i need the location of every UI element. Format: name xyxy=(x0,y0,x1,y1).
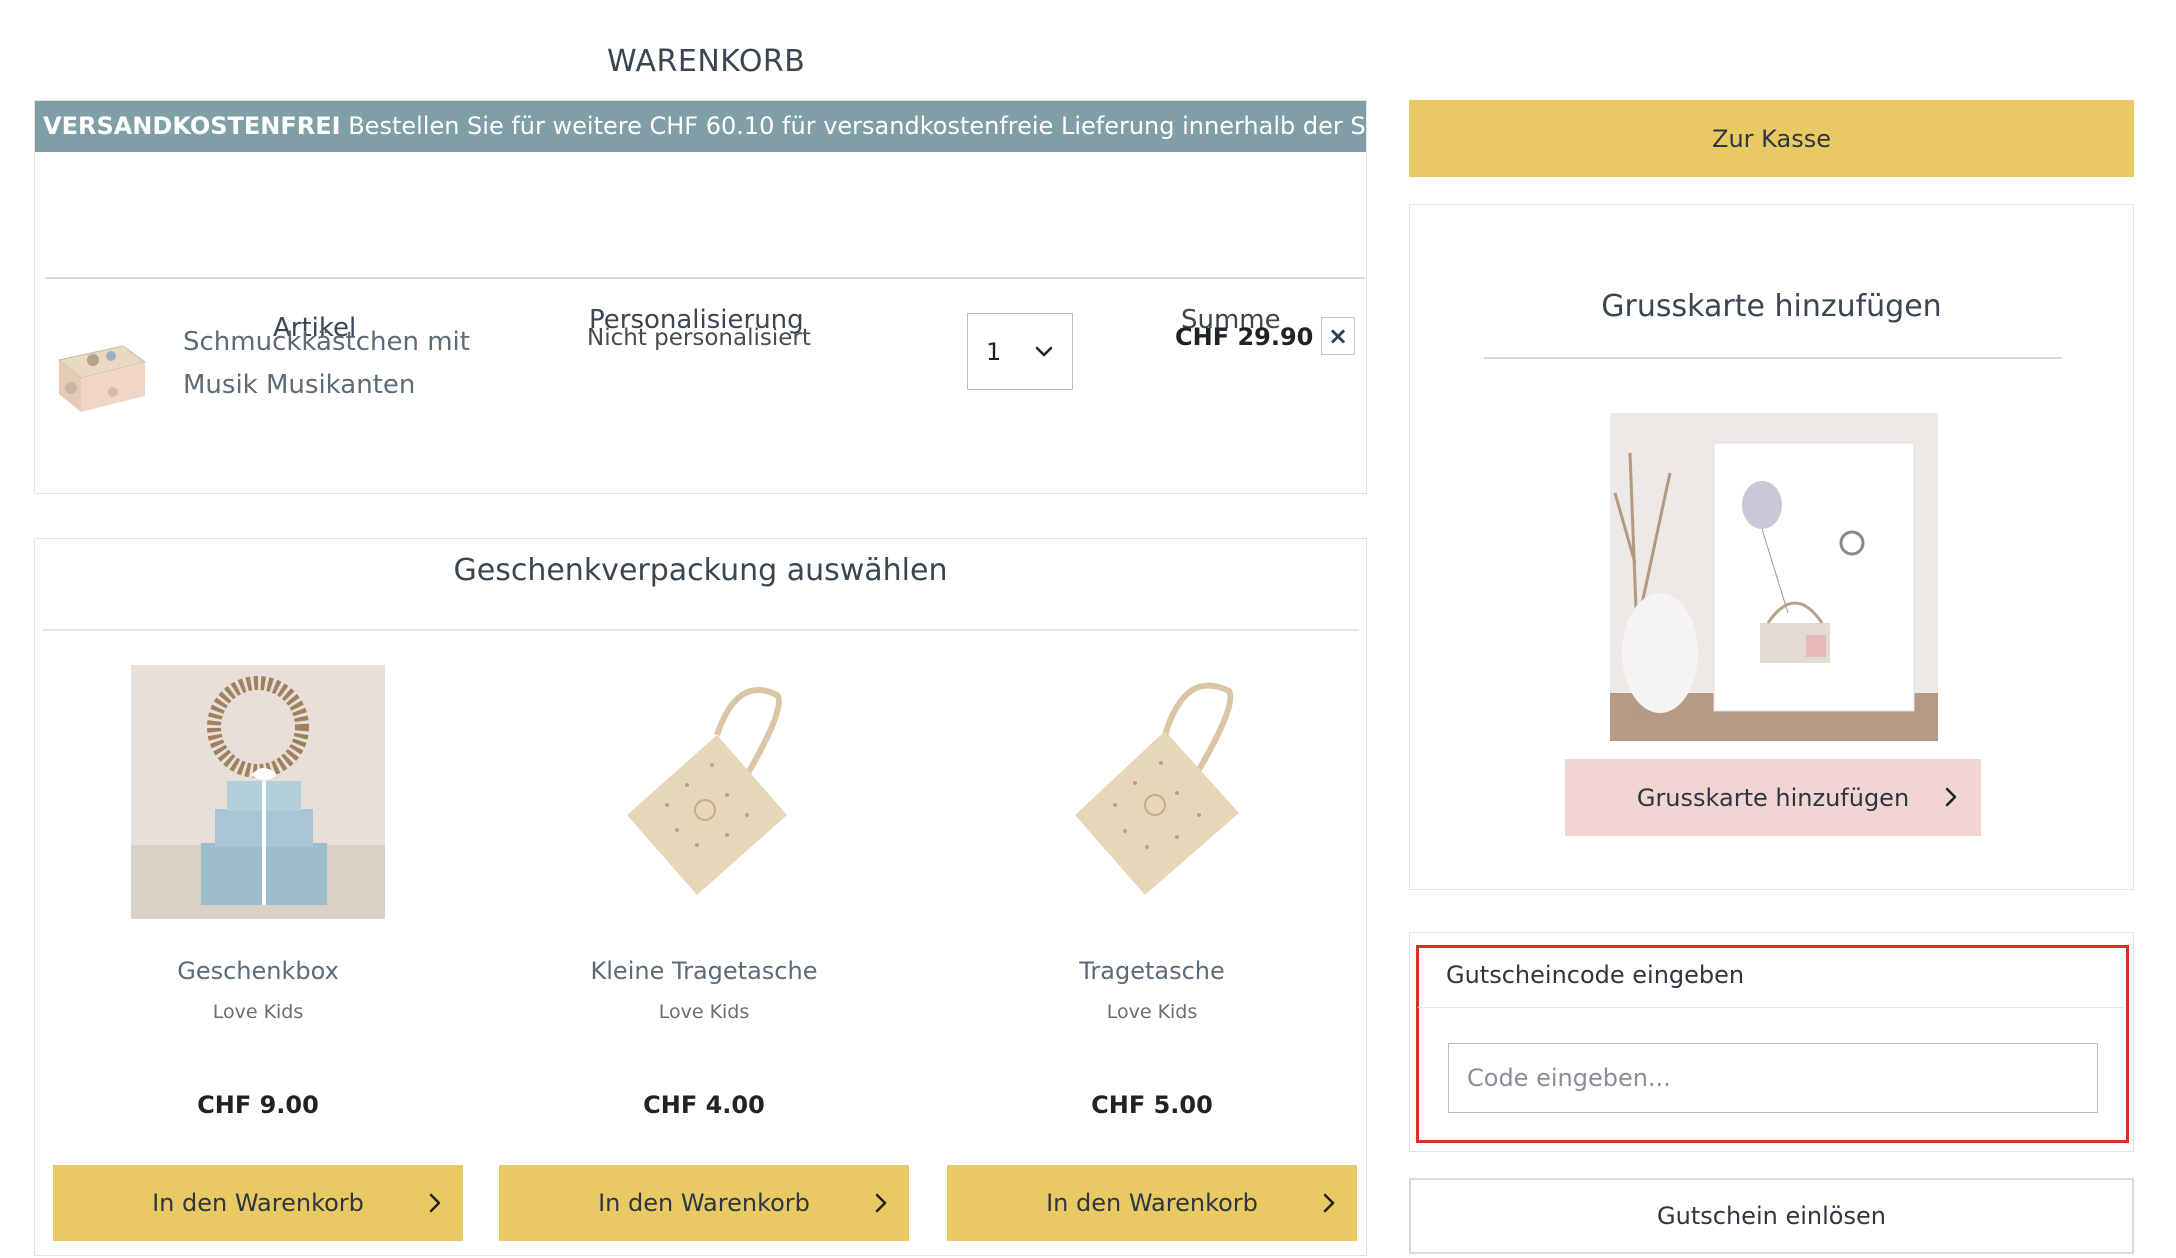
add-to-cart-button[interactable]: In den Warenkorb xyxy=(53,1165,463,1241)
gift-box-image[interactable] xyxy=(131,665,385,919)
add-greeting-card-label: Grusskarte hinzufügen xyxy=(1636,783,1910,812)
gift-option-price: CHF 5.00 xyxy=(1091,1091,1213,1119)
gift-option-card: Tragetasche Love Kids CHF 5.00 In den Wa… xyxy=(947,665,1357,1245)
add-to-cart-label: In den Warenkorb xyxy=(598,1189,810,1217)
greeting-card-title: Grusskarte hinzufügen xyxy=(1601,289,1942,324)
gift-wrap-title: Geschenkverpackung auswählen xyxy=(453,553,948,588)
add-to-cart-button[interactable]: In den Warenkorb xyxy=(947,1165,1357,1241)
remove-item-button[interactable]: × xyxy=(1321,317,1355,355)
product-thumbnail[interactable] xyxy=(53,336,149,416)
gift-option-card: Geschenkbox Love Kids CHF 9.00 In den Wa… xyxy=(53,665,463,1245)
chevron-right-icon xyxy=(1945,787,1957,807)
gift-option-brand: Love Kids xyxy=(1106,1001,1198,1023)
voucher-panel: Gutscheincode eingeben xyxy=(1409,932,2134,1152)
chevron-right-icon xyxy=(1323,1193,1335,1213)
voucher-label: Gutscheincode eingeben xyxy=(1446,961,1745,989)
close-icon: × xyxy=(1327,322,1349,350)
greeting-card-image[interactable] xyxy=(1610,413,1938,741)
line-total: CHF 29.90 xyxy=(1175,323,1314,351)
chevron-down-icon xyxy=(1035,346,1053,357)
gift-option-brand: Love Kids xyxy=(212,1001,304,1023)
page-title: WARENKORB xyxy=(607,44,806,79)
greeting-card-divider xyxy=(1484,357,2062,359)
redeem-voucher-button[interactable]: Gutschein einlösen xyxy=(1409,1178,2134,1254)
gift-option-name: Kleine Tragetasche xyxy=(590,957,818,985)
gift-option-name: Tragetasche xyxy=(1079,957,1225,985)
greeting-card-panel: Grusskarte hinzufügen Grusskarte hinzufü… xyxy=(1409,204,2134,890)
add-to-cart-button[interactable]: In den Warenkorb xyxy=(499,1165,909,1241)
quantity-value: 1 xyxy=(986,337,1002,366)
voucher-code-input[interactable] xyxy=(1448,1043,2098,1113)
gift-option-price: CHF 4.00 xyxy=(643,1091,765,1119)
add-greeting-card-button[interactable]: Grusskarte hinzufügen xyxy=(1565,759,1981,836)
chevron-right-icon xyxy=(875,1193,887,1213)
header-divider xyxy=(45,277,1365,279)
gift-option-brand: Love Kids xyxy=(658,1001,750,1023)
gift-wrap-panel: Geschenkverpackung auswählen Geschenkbox… xyxy=(34,538,1367,1256)
gift-option-name: Geschenkbox xyxy=(177,957,339,985)
tote-bag-image[interactable] xyxy=(1025,665,1279,919)
checkout-button[interactable]: Zur Kasse xyxy=(1409,100,2134,177)
quantity-select[interactable]: 1 xyxy=(967,313,1073,390)
voucher-divider xyxy=(1418,1007,2124,1008)
gift-wrap-divider xyxy=(43,629,1359,631)
free-shipping-banner: VERSANDKOSTENFREI Bestellen Sie für weit… xyxy=(35,101,1366,152)
chevron-right-icon xyxy=(429,1193,441,1213)
add-to-cart-label: In den Warenkorb xyxy=(152,1189,364,1217)
small-tote-bag-image[interactable] xyxy=(577,665,831,919)
cart-panel: VERSANDKOSTENFREI Bestellen Sie für weit… xyxy=(34,100,1367,494)
gift-option-card: Kleine Tragetasche Love Kids CHF 4.00 In… xyxy=(499,665,909,1245)
gift-option-price: CHF 9.00 xyxy=(197,1091,319,1119)
add-to-cart-label: In den Warenkorb xyxy=(1046,1189,1258,1217)
personalization-status: Nicht personalisiert xyxy=(587,325,811,351)
banner-strong: VERSANDKOSTENFREI xyxy=(43,112,341,140)
banner-text: Bestellen Sie für weitere CHF 60.10 für … xyxy=(340,112,1366,140)
product-name-link[interactable]: Schmuckkästchen mit Musik Musikanten xyxy=(183,321,513,407)
